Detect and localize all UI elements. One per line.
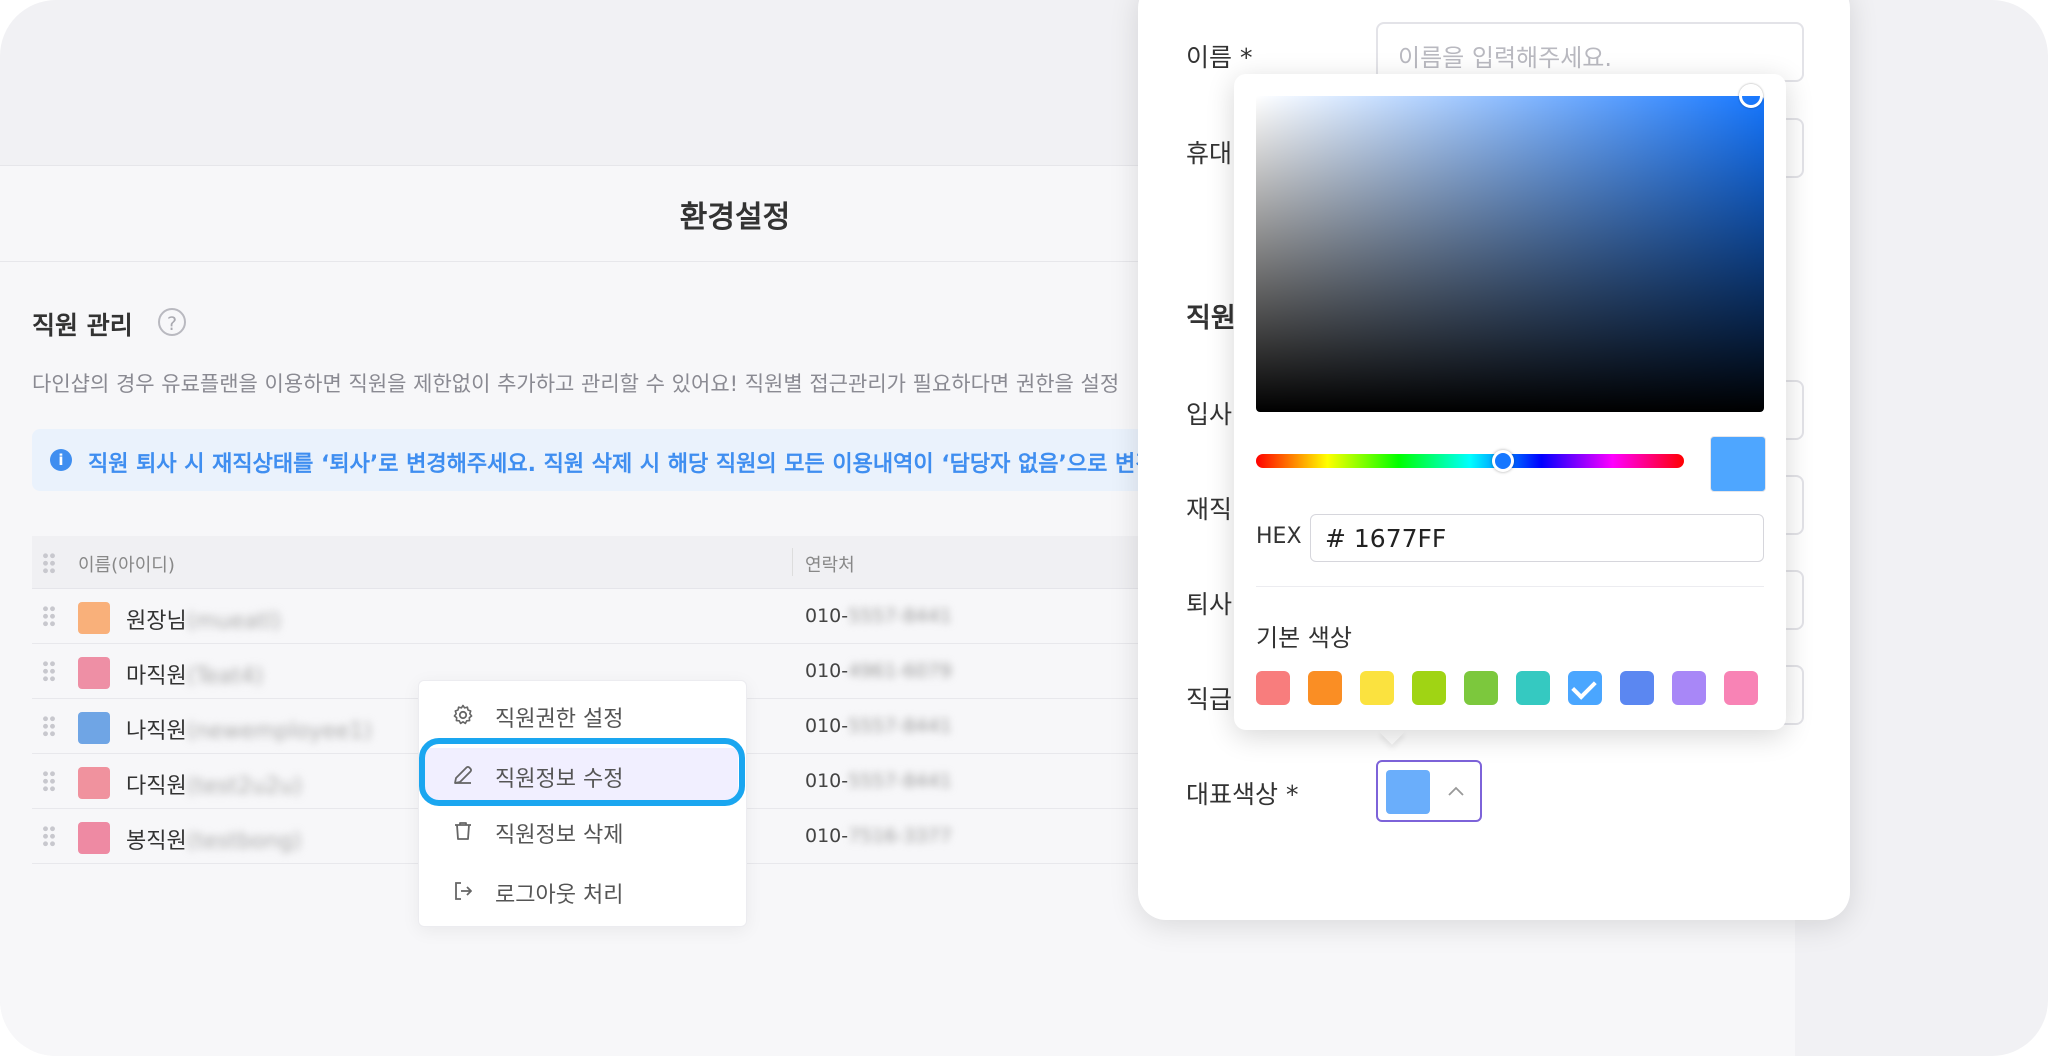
preset-color[interactable] [1724,671,1758,705]
column-header-name: 이름(아이디) [78,555,175,576]
employee-phone: 010-5557-8441 [805,715,952,737]
employee-color-swatch [78,767,110,799]
color-label: 대표색상 * [1186,780,1299,809]
employee-color-swatch [78,712,110,744]
preset-color[interactable] [1308,671,1342,705]
employee-color-swatch [78,602,110,634]
drag-handle-icon[interactable] [42,605,56,627]
employee-name: 원장님(mueatl) [126,609,282,634]
menu-item-label: 직원권한 설정 [495,707,624,732]
leave-date-label: 퇴사 [1186,590,1233,619]
chevron-up-icon [1448,786,1464,796]
join-date-label: 입사 [1186,400,1233,429]
hex-value: # 1677FF [1325,524,1447,553]
screen-frame: 환경설정 직원 관리 ? 다인샵의 경우 유료플랜을 이용하면 직원을 제한없이… [0,0,2048,1056]
drag-handle-icon[interactable] [42,715,56,737]
gear-icon [453,704,473,725]
employee-name: 나직원(newemployee1) [126,719,372,744]
name-input[interactable]: 이름을 입력해주세요. [1376,22,1804,82]
hue-slider-handle[interactable] [1492,450,1514,472]
notice-text: 직원 퇴사 시 재직상태를 ‘퇴사’로 변경해주세요. 직원 삭제 시 해당 직… [88,452,1156,477]
preset-color[interactable] [1256,671,1290,705]
help-icon[interactable]: ? [158,308,186,336]
preset-color[interactable] [1672,671,1706,705]
name-input-placeholder: 이름을 입력해주세요. [1398,44,1612,72]
saturation-handle[interactable] [1739,84,1763,108]
menu-item-delete-employee[interactable]: 직원정보 삭제 [419,803,746,859]
drag-handle-icon[interactable] [42,552,56,574]
color-select-button[interactable] [1376,760,1482,822]
drag-handle-icon[interactable] [42,770,56,792]
employee-section-title: 직원 [1186,303,1236,334]
employment-status-label: 재직 [1186,495,1233,524]
employee-name: 다직원(test2u2u) [126,774,303,799]
highlight-outline [419,738,745,806]
drag-handle-icon[interactable] [42,660,56,682]
drag-handle-icon[interactable] [42,825,56,847]
preset-color[interactable] [1516,671,1550,705]
section-title: 직원 관리 [32,311,133,340]
hex-input[interactable]: # 1677FF [1310,514,1764,562]
logout-icon [455,882,472,900]
section-description: 다인샵의 경우 유료플랜을 이용하면 직원을 제한없이 추가하고 관리할 수 있… [32,372,1120,396]
preset-color[interactable] [1620,671,1654,705]
phone-label: 휴대 [1186,139,1233,168]
column-header-phone: 연락처 [805,555,855,576]
preset-color-selected[interactable] [1568,671,1602,705]
employee-phone: 010-5557-8441 [805,605,952,627]
employee-name: 마직원(Teat4) [126,664,264,689]
hex-label: HEX [1256,524,1302,549]
employee-name: 봉직원(testbong) [126,829,302,854]
menu-item-label: 직원정보 삭제 [495,823,624,848]
color-picker-popover: HEX # 1677FF 기본 색상 [1234,74,1786,730]
employee-phone: 010-7516-3377 [805,825,952,847]
rank-label: 직급 [1186,685,1233,714]
preset-color[interactable] [1360,671,1394,705]
color-preview [1710,436,1766,492]
info-icon: i [50,449,72,471]
preset-color[interactable] [1412,671,1446,705]
menu-item-label: 로그아웃 처리 [495,883,624,908]
name-label: 이름 * [1186,43,1253,72]
employee-color-swatch [78,822,110,854]
employee-color-swatch [78,657,110,689]
trash-icon [455,822,471,840]
column-divider [792,548,793,576]
employee-phone: 010-5557-8441 [805,770,952,792]
preset-color[interactable] [1464,671,1498,705]
divider [1256,586,1764,587]
basic-colors-title: 기본 색상 [1256,624,1352,652]
hue-slider[interactable] [1256,450,1684,472]
saturation-value-area[interactable] [1256,84,1764,412]
menu-item-force-logout[interactable]: 로그아웃 처리 [419,863,746,919]
selected-color-swatch [1386,770,1430,814]
menu-item-permission-settings[interactable]: 직원권한 설정 [419,687,746,743]
employee-phone: 010-4961-6079 [805,660,952,682]
